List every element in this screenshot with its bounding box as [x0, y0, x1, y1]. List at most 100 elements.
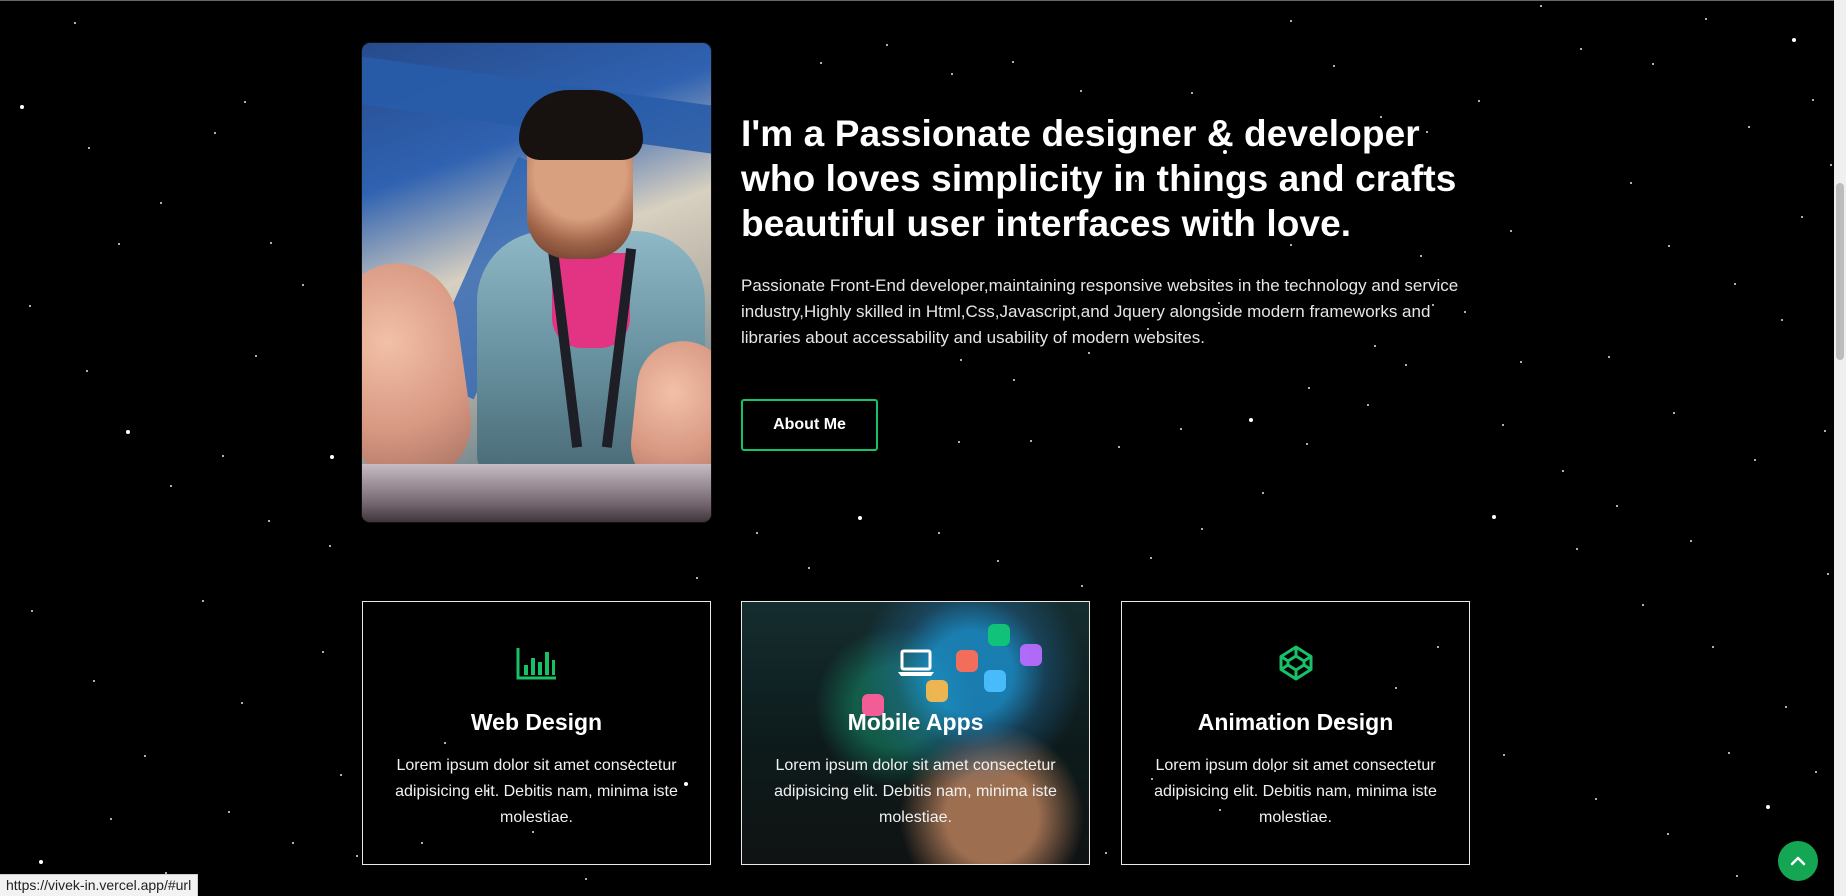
star — [1503, 754, 1505, 756]
star — [1012, 61, 1014, 63]
service-card-web-design[interactable]: Web Design Lorem ipsum dolor sit amet co… — [362, 601, 711, 865]
star — [958, 441, 960, 443]
star — [93, 680, 95, 682]
scrollbar-thumb[interactable] — [1836, 183, 1844, 360]
star — [86, 370, 88, 372]
star — [1191, 92, 1193, 94]
photo-keyboard — [362, 464, 711, 522]
star — [329, 545, 331, 547]
bar-chart-icon — [515, 641, 559, 685]
star — [88, 147, 90, 149]
star — [1576, 548, 1578, 550]
star — [1801, 216, 1803, 218]
app-icon — [988, 624, 1010, 646]
star — [1748, 126, 1750, 128]
star — [268, 520, 270, 522]
vertical-scrollbar[interactable] — [1834, 0, 1846, 896]
star — [1013, 379, 1015, 381]
star — [960, 359, 962, 361]
star — [1118, 446, 1120, 448]
laptop-icon — [894, 641, 938, 685]
codepen-icon — [1274, 641, 1318, 685]
star — [951, 73, 953, 75]
star — [1367, 404, 1369, 406]
star — [1728, 752, 1730, 754]
star — [1088, 352, 1090, 354]
star — [144, 755, 146, 757]
star — [1815, 771, 1817, 773]
photo-hair — [519, 90, 643, 160]
star — [31, 610, 33, 612]
star — [214, 132, 216, 134]
hero-paragraph: Passionate Front-End developer,maintaini… — [741, 276, 1459, 347]
star — [1668, 245, 1670, 247]
star — [997, 560, 999, 562]
chevron-up-icon — [1790, 856, 1806, 866]
star — [340, 774, 342, 776]
app-icon — [984, 670, 1006, 692]
star — [1562, 470, 1564, 472]
star — [228, 811, 230, 813]
star — [241, 702, 243, 704]
star — [1792, 38, 1796, 42]
star — [696, 577, 698, 579]
star — [1540, 5, 1542, 7]
star — [1249, 418, 1253, 422]
star — [1081, 585, 1083, 587]
star — [1510, 230, 1512, 232]
star — [160, 202, 162, 204]
star — [1180, 428, 1182, 430]
back-to-top-button[interactable] — [1778, 841, 1818, 881]
star — [1690, 540, 1692, 542]
star — [756, 532, 758, 534]
star — [110, 818, 112, 820]
star — [1262, 492, 1264, 494]
service-title: Animation Design — [1197, 709, 1394, 735]
star — [202, 600, 204, 602]
star — [1616, 505, 1618, 507]
star — [270, 242, 272, 244]
profile-photo — [362, 43, 711, 522]
star — [1754, 459, 1756, 461]
service-card-mobile-apps[interactable]: Mobile Apps Lorem ipsum dolor sit amet c… — [741, 601, 1090, 865]
star — [808, 567, 810, 569]
service-title: Mobile Apps — [847, 709, 984, 735]
star — [1824, 430, 1826, 432]
star — [1333, 65, 1335, 67]
star — [1785, 706, 1787, 708]
star — [244, 101, 246, 103]
star — [1608, 356, 1610, 358]
star — [1827, 573, 1829, 575]
star — [118, 243, 120, 245]
browser-status-url: https://vivek-in.vercel.app/#url — [0, 874, 199, 896]
star — [1630, 182, 1632, 184]
star — [1405, 364, 1407, 366]
star — [1781, 319, 1783, 321]
star — [1667, 833, 1669, 835]
star — [938, 532, 940, 534]
star — [39, 860, 43, 864]
star — [1736, 875, 1738, 877]
star — [330, 455, 334, 459]
star — [1201, 528, 1203, 530]
star — [585, 878, 587, 880]
star — [322, 651, 324, 653]
star — [1766, 805, 1770, 809]
star — [20, 105, 24, 109]
star — [74, 22, 76, 24]
star — [1812, 99, 1814, 101]
service-card-animation-design[interactable]: Animation Design Lorem ipsum dolor sit a… — [1121, 601, 1470, 865]
star — [302, 284, 304, 286]
star — [1712, 646, 1714, 648]
star — [1308, 387, 1310, 389]
service-description: Lorem ipsum dolor sit amet consectetur a… — [774, 757, 1057, 826]
star — [1105, 852, 1107, 854]
star — [1520, 361, 1522, 363]
top-divider — [0, 0, 1846, 1]
about-me-button[interactable]: About Me — [741, 399, 878, 451]
star — [1420, 255, 1422, 257]
star — [1080, 90, 1082, 92]
service-description: Lorem ipsum dolor sit amet consectetur a… — [1154, 757, 1437, 826]
star — [1595, 798, 1597, 800]
star — [255, 355, 257, 357]
